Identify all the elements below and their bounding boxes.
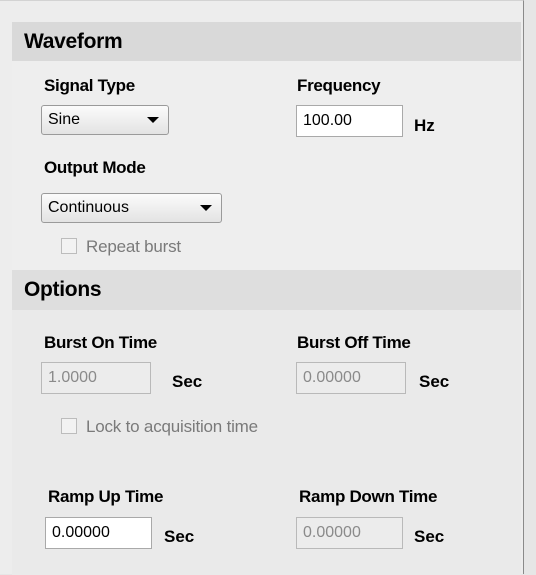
- lock-to-acquisition-label: Lock to acquisition time: [86, 417, 258, 436]
- chevron-down-icon: [147, 117, 159, 123]
- output-mode-label: Output Mode: [44, 158, 146, 177]
- options-header-title: Options: [24, 278, 102, 301]
- ramp-up-time-label: Ramp Up Time: [48, 487, 164, 506]
- repeat-burst-checkbox[interactable]: [61, 238, 77, 254]
- burst-on-time-label: Burst On Time: [44, 333, 157, 352]
- output-mode-value: Continuous: [48, 199, 129, 216]
- burst-on-time-unit: Sec: [172, 372, 203, 391]
- burst-on-time-value: 1.0000: [48, 369, 97, 386]
- lock-to-acquisition-checkbox[interactable]: [61, 418, 77, 434]
- ramp-down-time-value: 0.00000: [303, 524, 361, 541]
- waveform-section-header: Waveform: [12, 22, 521, 61]
- ramp-down-time-unit: Sec: [414, 527, 445, 546]
- signal-type-dropdown[interactable]: Sine: [41, 105, 169, 135]
- chevron-down-icon: [200, 205, 212, 211]
- ramp-up-time-value: 0.00000: [52, 524, 110, 541]
- options-section-header: Options: [12, 270, 521, 310]
- ramp-down-time-input[interactable]: 0.00000: [296, 517, 403, 549]
- burst-off-time-unit: Sec: [419, 372, 450, 391]
- frequency-unit: Hz: [414, 116, 435, 135]
- signal-type-value: Sine: [48, 111, 81, 128]
- output-mode-dropdown[interactable]: Continuous: [41, 193, 222, 223]
- ramp-up-time-unit: Sec: [164, 527, 195, 546]
- burst-off-time-value: 0.00000: [303, 369, 361, 386]
- burst-off-time-input[interactable]: 0.00000: [296, 362, 406, 394]
- burst-off-time-label: Burst Off Time: [297, 333, 411, 352]
- ramp-down-time-label: Ramp Down Time: [299, 487, 438, 506]
- ramp-up-time-input[interactable]: 0.00000: [45, 517, 152, 549]
- burst-on-time-input[interactable]: 1.0000: [41, 362, 151, 394]
- frequency-label: Frequency: [297, 76, 381, 95]
- waveform-options-panel: Waveform Signal Type Sine Frequency 100.…: [0, 0, 524, 575]
- waveform-header-title: Waveform: [24, 30, 123, 53]
- repeat-burst-label: Repeat burst: [86, 237, 181, 256]
- signal-type-label: Signal Type: [44, 76, 135, 95]
- frequency-input[interactable]: 100.00: [296, 105, 403, 137]
- frequency-value: 100.00: [303, 112, 352, 129]
